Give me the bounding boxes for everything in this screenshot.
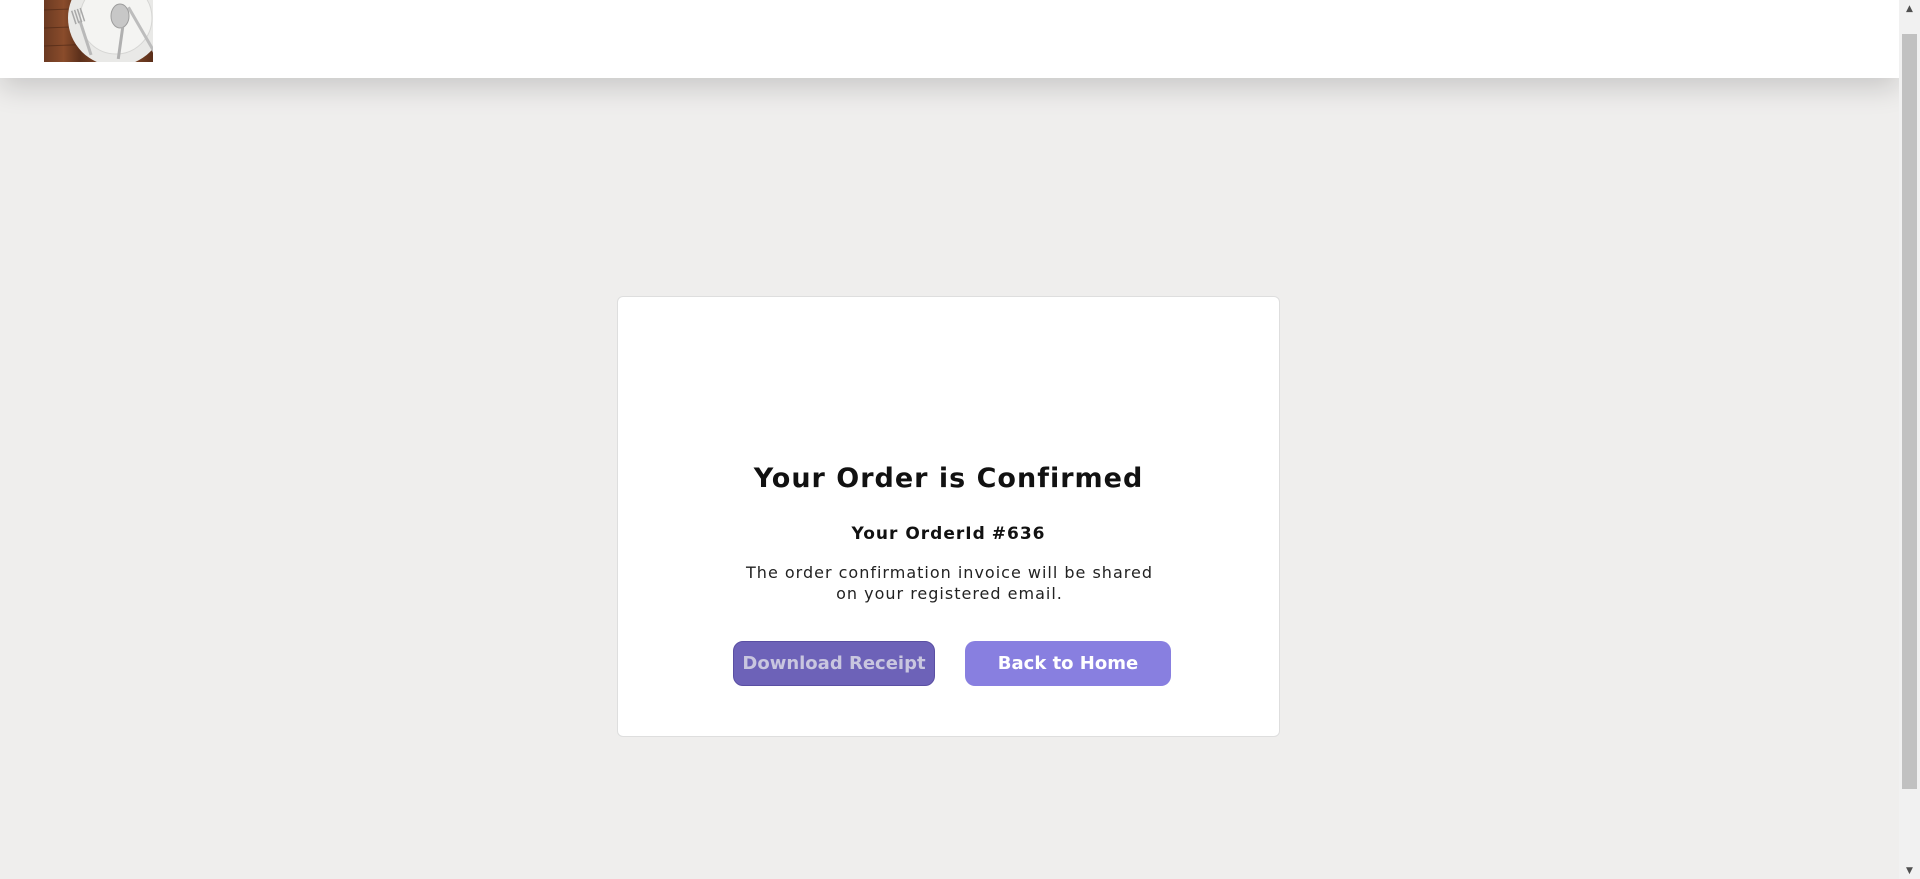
restaurant-logo[interactable] <box>44 0 153 62</box>
order-id-label: Your OrderId <box>851 524 986 544</box>
back-to-home-button[interactable]: Back to Home <box>965 641 1171 686</box>
plate-cutlery-icon <box>44 0 153 62</box>
main-content: Your Order is Confirmed Your OrderId #636… <box>0 78 1899 879</box>
chevron-down-icon[interactable]: ▼ <box>1899 862 1920 879</box>
page: Your Order is Confirmed Your OrderId #636… <box>0 0 1920 879</box>
site-header <box>0 0 1899 78</box>
download-receipt-button[interactable]: Download Receipt <box>733 641 935 686</box>
order-confirmation-card: Your Order is Confirmed Your OrderId #636… <box>617 296 1280 737</box>
vertical-scrollbar[interactable]: ▲ ▼ <box>1899 0 1920 879</box>
confirmation-title: Your Order is Confirmed <box>753 463 1144 494</box>
confirmation-message: The order confirmation invoice will be s… <box>746 563 1153 603</box>
order-id-value: #636 <box>991 524 1046 544</box>
chevron-up-icon[interactable]: ▲ <box>1899 0 1920 17</box>
order-id-line: Your OrderId #636 <box>618 524 1279 544</box>
scrollbar-thumb[interactable] <box>1902 34 1917 789</box>
